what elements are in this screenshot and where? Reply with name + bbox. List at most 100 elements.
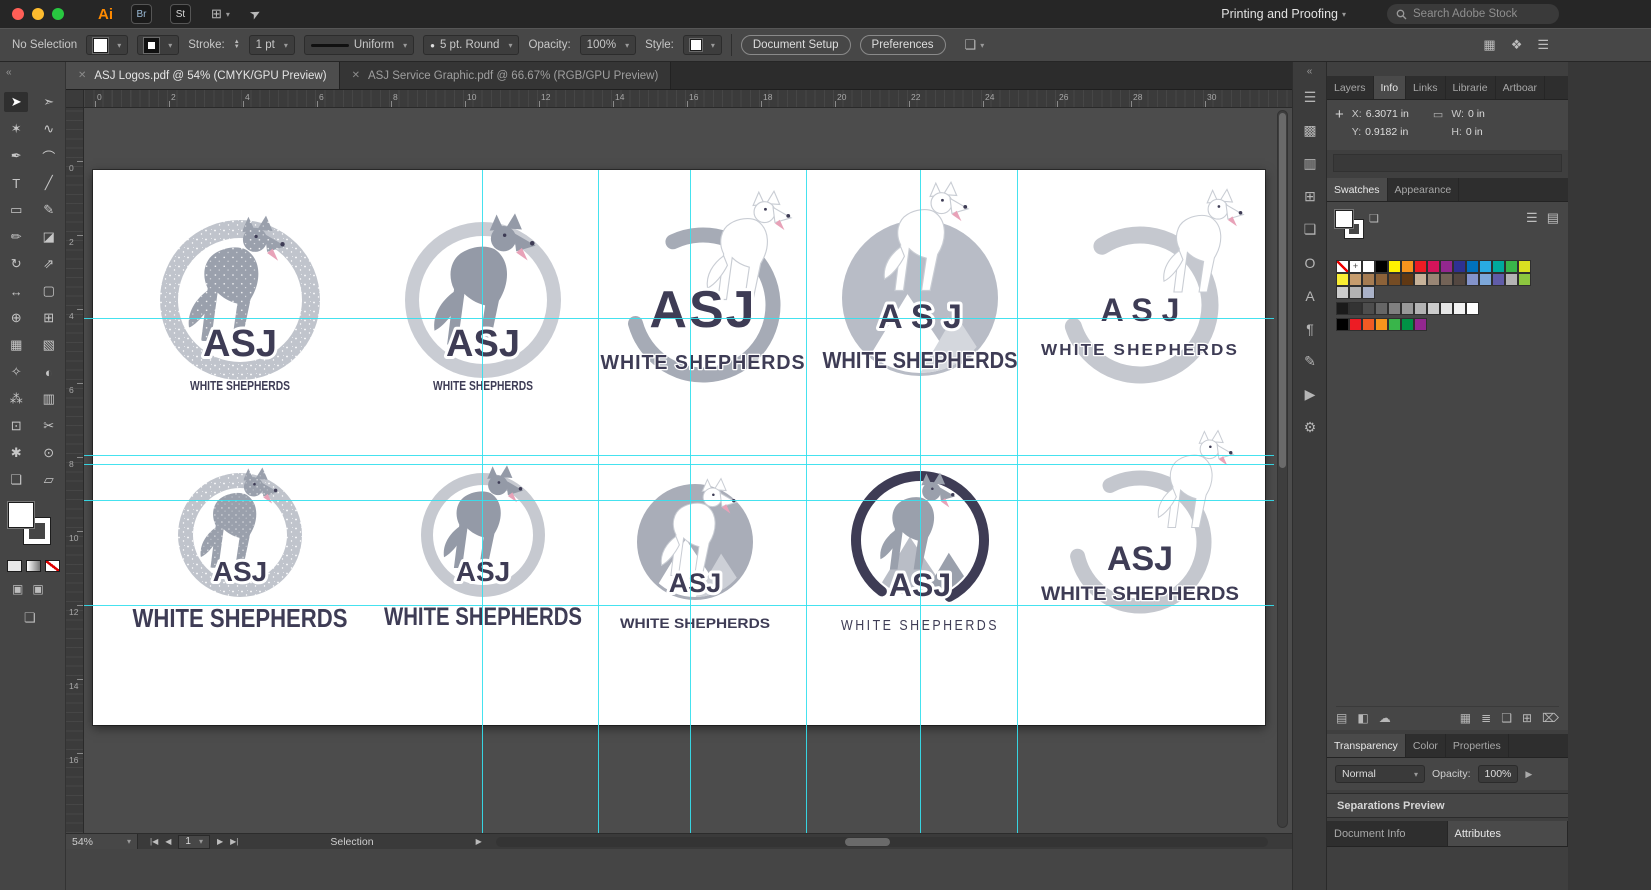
ruler-origin[interactable]	[66, 90, 84, 108]
none-button[interactable]	[45, 560, 60, 572]
guide[interactable]	[482, 170, 483, 833]
panel-tab-artboar[interactable]: Artboar	[1496, 76, 1546, 99]
width-profile-select[interactable]: ● 5 pt. Round ▾	[423, 35, 520, 55]
color-swatch[interactable]	[1466, 273, 1479, 286]
selection-tool[interactable]: ➤	[4, 92, 29, 112]
horizontal-scroll-thumb[interactable]	[845, 838, 890, 846]
slice-tool[interactable]: ✂	[37, 416, 61, 436]
arrange-documents-icon[interactable]: ▦	[1483, 37, 1495, 53]
guide[interactable]	[82, 455, 1274, 456]
eraser-tool[interactable]: ◪	[37, 227, 61, 247]
color-swatch[interactable]	[1492, 260, 1505, 273]
color-swatch[interactable]	[1479, 260, 1492, 273]
extra-tool[interactable]: ▱	[37, 470, 61, 490]
delete-swatch-icon[interactable]: ⌦	[1542, 711, 1559, 725]
artboard[interactable]: ASJ WHITE SHEPHERDS ASJ WHITE SHEPHERDS ASJ W…	[93, 170, 1265, 725]
guide[interactable]	[920, 170, 921, 833]
panel-tab-attributes[interactable]: Attributes	[1447, 821, 1568, 846]
guide[interactable]	[598, 170, 599, 833]
add-from-cc-icon[interactable]: ☁	[1379, 711, 1391, 725]
vertical-scrollbar[interactable]	[1277, 110, 1288, 828]
registration-swatch[interactable]: +	[1349, 260, 1362, 273]
logo-7[interactable]: ASJ WHITE SHEPHERDS	[363, 385, 603, 685]
panel-tab-color[interactable]: Color	[1406, 734, 1446, 757]
new-swatch-icon[interactable]: ⊞	[1522, 711, 1532, 725]
paragraph-panel-icon[interactable]: ¶	[1293, 312, 1327, 345]
share-icon[interactable]: ➤	[247, 4, 264, 22]
free-transform-tool[interactable]: ▢	[37, 281, 61, 301]
expand-panels-icon[interactable]: «	[1293, 62, 1326, 81]
color-swatch[interactable]	[1466, 302, 1479, 315]
guide[interactable]	[82, 500, 1274, 501]
align-options-icon[interactable]: ❏ ▾	[965, 37, 985, 53]
color-swatch[interactable]	[1466, 260, 1479, 273]
screen-mode-icon[interactable]: ❏	[24, 610, 36, 626]
eyedropper-tool[interactable]: ✧	[4, 362, 28, 382]
color-swatch[interactable]	[1336, 302, 1349, 315]
style-select[interactable]: ▾	[682, 35, 722, 55]
collapse-tools-icon[interactable]: «	[6, 67, 12, 78]
panel-tab-layers[interactable]: Layers	[1327, 76, 1374, 99]
color-swatch[interactable]	[1362, 260, 1375, 273]
close-window-button[interactable]	[12, 8, 24, 20]
logo-10[interactable]: ASJ WHITE SHEPHERDS	[1020, 392, 1260, 692]
logo-8[interactable]: ASJ WHITE SHEPHERDS	[575, 392, 815, 692]
panel-tab-info[interactable]: Info	[1373, 76, 1407, 99]
rotate-tool[interactable]: ↻	[4, 254, 28, 274]
none-swatch[interactable]	[1336, 260, 1349, 273]
color-swatch[interactable]	[1401, 260, 1414, 273]
color-swatch[interactable]	[1401, 318, 1414, 331]
document-tab[interactable]: ✕ ASJ Logos.pdf @ 54% (CMYK/GPU Preview)	[66, 62, 340, 89]
shape-mode-tool[interactable]: ❏	[4, 470, 28, 490]
opacity-expand-icon[interactable]: ▶	[1525, 769, 1532, 780]
curvature-tool[interactable]: ⌒	[37, 146, 61, 166]
color-swatch[interactable]	[1453, 302, 1466, 315]
stock-icon[interactable]: St	[170, 4, 191, 24]
stroke-color-control[interactable]: ▾	[137, 35, 180, 55]
stroke-panel-icon[interactable]: O	[1293, 246, 1327, 279]
color-swatch[interactable]	[1440, 302, 1453, 315]
guide[interactable]	[82, 318, 1274, 319]
swatch-options-icon[interactable]: ≣	[1481, 711, 1491, 725]
color-swatch[interactable]	[1401, 302, 1414, 315]
panel-opacity-value[interactable]: 100%	[1477, 765, 1519, 783]
color-button[interactable]	[7, 560, 22, 572]
last-artboard-icon[interactable]: ▶|	[230, 837, 238, 846]
color-swatch[interactable]	[1427, 302, 1440, 315]
color-guide-panel-icon[interactable]: ▥	[1293, 147, 1327, 180]
opacity-select[interactable]: 100% ▾	[579, 35, 637, 55]
color-swatch[interactable]	[1362, 273, 1375, 286]
new-color-group-icon[interactable]: ❑	[1501, 711, 1512, 725]
swatch-themes-icon[interactable]: ◧	[1357, 711, 1368, 725]
guide[interactable]	[1017, 170, 1018, 833]
draw-normal-icon[interactable]: ▣	[12, 582, 23, 596]
vertical-scroll-thumb[interactable]	[1279, 113, 1286, 468]
separations-preview-header[interactable]: Separations Preview	[1327, 793, 1568, 818]
fill-color-control[interactable]: ▾	[86, 35, 129, 55]
zoom-window-button[interactable]	[52, 8, 64, 20]
color-swatch[interactable]	[1492, 273, 1505, 286]
color-swatch[interactable]	[1336, 273, 1349, 286]
first-artboard-icon[interactable]: |◀	[150, 837, 158, 846]
character-panel-icon[interactable]: A	[1293, 279, 1327, 312]
panel-tab-links[interactable]: Links	[1406, 76, 1446, 99]
color-swatch[interactable]	[1414, 318, 1427, 331]
color-swatch[interactable]	[1505, 260, 1518, 273]
brushes-panel-icon[interactable]: ✎	[1293, 345, 1327, 378]
brush-definition-select[interactable]: Uniform ▾	[303, 35, 415, 55]
shape-builder-tool[interactable]: ⊕	[4, 308, 28, 328]
color-swatch[interactable]	[1388, 318, 1401, 331]
control-menu-icon[interactable]: ☰	[1537, 37, 1549, 53]
minimize-window-button[interactable]	[32, 8, 44, 20]
mesh-tool[interactable]: ▦	[4, 335, 28, 355]
close-tab-icon[interactable]: ✕	[78, 70, 86, 81]
color-swatch[interactable]	[1414, 273, 1427, 286]
adobe-stock-search[interactable]: Search Adobe Stock	[1387, 4, 1559, 24]
color-swatch[interactable]	[1349, 286, 1362, 299]
panel-tab-librarie[interactable]: Librarie	[1446, 76, 1496, 99]
color-swatch[interactable]	[1388, 273, 1401, 286]
width-tool[interactable]: ↔	[4, 281, 28, 301]
lasso-tool[interactable]: ∿	[37, 119, 61, 139]
gradient-tool[interactable]: ▧	[37, 335, 61, 355]
paintbrush-tool[interactable]: ✎	[37, 200, 61, 220]
